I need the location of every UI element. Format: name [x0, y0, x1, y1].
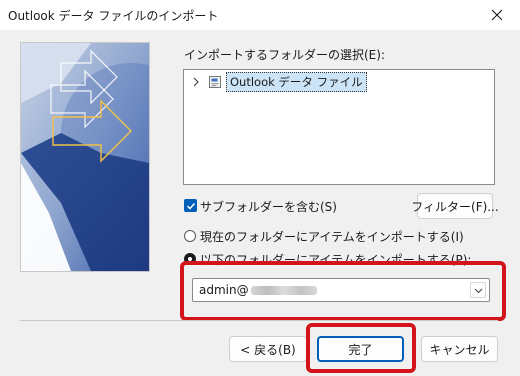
close-icon: [491, 9, 503, 21]
subfolders-checkbox-label[interactable]: サブフォルダーを含む(S): [200, 198, 337, 215]
folder-select-label: インポートするフォルダーの選択(E):: [184, 48, 385, 62]
radio-current-folder[interactable]: [184, 230, 196, 242]
wizard-image: [20, 42, 150, 272]
filter-button[interactable]: フィルター(F)...: [411, 193, 499, 219]
cancel-button[interactable]: キャンセル: [421, 336, 498, 362]
target-folder-value: admin@: [199, 283, 249, 297]
folder-tree[interactable]: Outlook データ ファイル: [183, 69, 495, 185]
title-bar: Outlook データ ファイルのインポート: [0, 0, 520, 30]
back-button[interactable]: < 戻る(B): [229, 336, 307, 362]
redacted-email-blur: [251, 286, 317, 295]
subfolders-checkbox[interactable]: [184, 199, 197, 212]
target-folder-select[interactable]: admin@: [192, 278, 490, 302]
tree-item[interactable]: Outlook データ ファイル: [190, 72, 367, 92]
chevron-right-icon[interactable]: [190, 76, 202, 88]
data-file-icon: [209, 76, 221, 88]
tree-item-label[interactable]: Outlook データ ファイル: [226, 72, 367, 92]
divider: [20, 320, 498, 321]
dropdown-button[interactable]: [470, 282, 486, 298]
radio-target-folder-label[interactable]: 以下のフォルダーにアイテムをインポートする(P):: [200, 251, 471, 268]
checkmark-icon: [186, 202, 195, 210]
radio-target-folder[interactable]: [184, 253, 196, 265]
finish-button[interactable]: 完了: [317, 336, 404, 362]
chevron-down-icon: [474, 288, 482, 293]
close-button[interactable]: [474, 0, 520, 30]
radio-current-folder-label[interactable]: 現在のフォルダーにアイテムをインポートする(I): [200, 228, 464, 245]
window-title: Outlook データ ファイルのインポート: [8, 9, 219, 23]
